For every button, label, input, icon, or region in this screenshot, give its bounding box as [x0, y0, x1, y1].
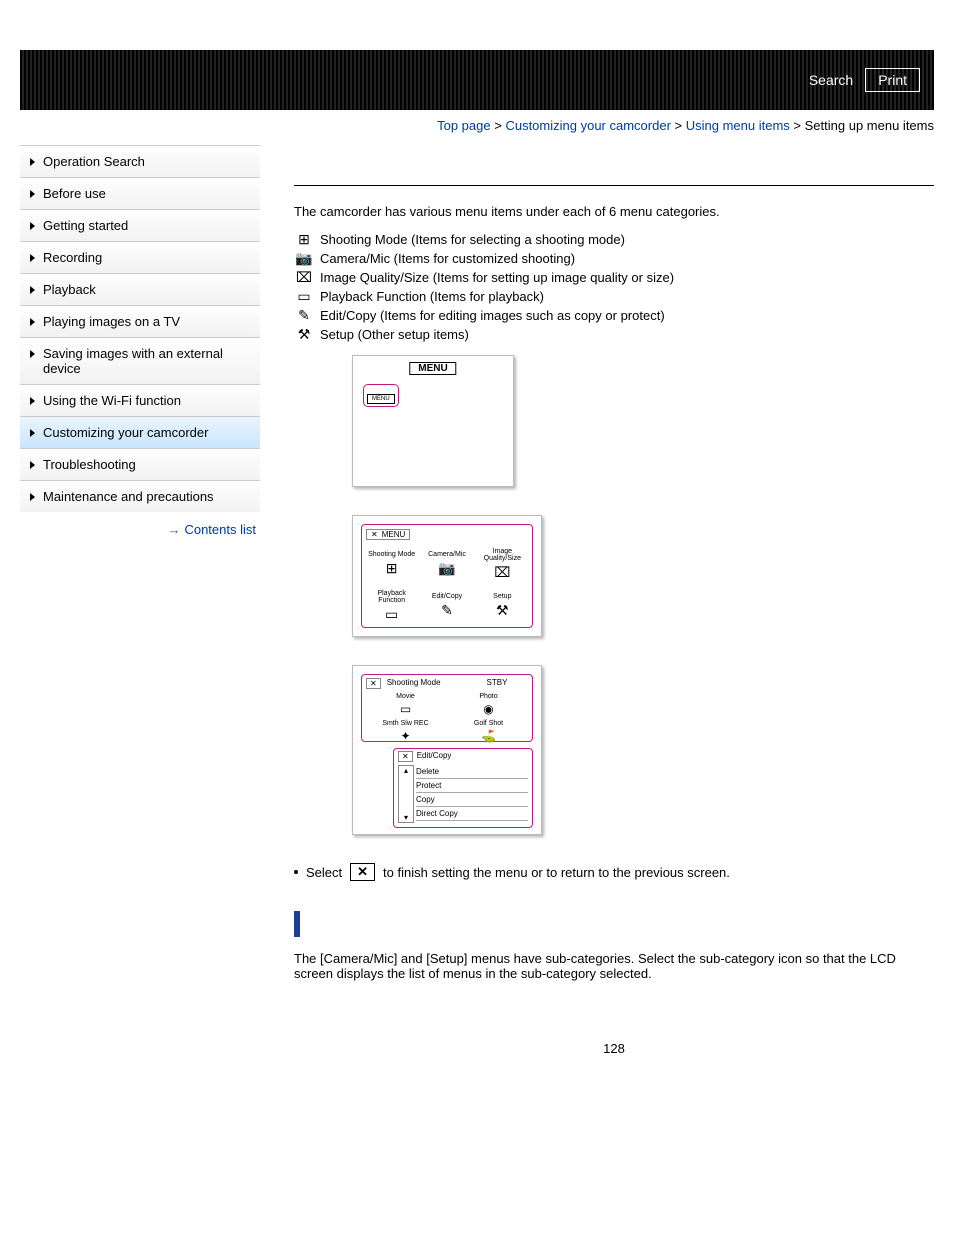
main-content: The camcorder has various menu items und…	[260, 145, 934, 1056]
sidebar-item-before-use[interactable]: Before use	[20, 177, 260, 209]
category-text: Edit/Copy (Items for editing images such…	[320, 308, 665, 323]
sidebar-item-label: Operation Search	[43, 154, 145, 169]
close-icon: ✕	[371, 530, 378, 539]
breadcrumb-top[interactable]: Top page	[437, 118, 491, 133]
section-marker	[294, 911, 300, 937]
page-number: 128	[294, 1041, 934, 1056]
breadcrumb-using-menu[interactable]: Using menu items	[686, 118, 790, 133]
sidebar-item-recording[interactable]: Recording	[20, 241, 260, 273]
top-bar: Search Print	[20, 50, 934, 110]
sidebar-item-saving-external[interactable]: Saving images with an external device	[20, 337, 260, 384]
sidebar-item-maintenance[interactable]: Maintenance and precautions	[20, 480, 260, 512]
movie-icon: ▭	[366, 702, 445, 716]
arrow-right-icon: →	[167, 522, 180, 537]
photo-icon: ◉	[449, 702, 528, 716]
edit-copy-icon: ✎	[294, 309, 314, 323]
sidebar-item-label: Before use	[43, 186, 106, 201]
edit-copy-icon: ✎	[441, 602, 453, 619]
chevron-right-icon	[30, 429, 35, 437]
sidebar-item-label: Troubleshooting	[43, 457, 136, 472]
sidebar-item-label: Maintenance and precautions	[43, 489, 214, 504]
finish-instruction: Select ✕ to finish setting the menu or t…	[294, 863, 934, 881]
sidebar-item-label: Playback	[43, 282, 96, 297]
bullet-icon	[294, 870, 298, 874]
illustration-menu-grid: ✕MENU Shooting Mode⊞ Camera/Mic📷 Image Q…	[352, 515, 542, 637]
chevron-right-icon	[30, 222, 35, 230]
camera-mic-icon: 📷	[438, 560, 455, 577]
chevron-right-icon	[30, 461, 35, 469]
close-icon: ✕	[398, 751, 413, 762]
category-text: Image Quality/Size (Items for setting up…	[320, 270, 674, 285]
illustration-submenu: ✕Shooting ModeSTBY Movie▭ Photo◉ Smth Sl…	[352, 665, 542, 835]
golf-shot-icon: ⛳	[449, 729, 528, 743]
category-text: Shooting Mode (Items for selecting a sho…	[320, 232, 625, 247]
sidebar-item-label: Getting started	[43, 218, 128, 233]
shooting-mode-icon: ⊞	[294, 233, 314, 247]
sidebar-item-playing-images-tv[interactable]: Playing images on a TV	[20, 305, 260, 337]
category-text: Setup (Other setup items)	[320, 327, 469, 342]
sidebar-item-label: Using the Wi-Fi function	[43, 393, 181, 408]
menu-header: MENU	[382, 530, 406, 539]
sidebar: Operation Search Before use Getting star…	[20, 145, 260, 1056]
setup-icon: ⚒	[496, 602, 509, 619]
playback-icon: ▭	[385, 606, 398, 623]
image-quality-icon: ⌧	[494, 564, 510, 581]
category-list: ⊞ Shooting Mode (Items for selecting a sh…	[294, 232, 934, 342]
chevron-down-icon: ▾	[404, 813, 408, 822]
subcategory-note: The [Camera/Mic] and [Setup] menus have …	[294, 951, 934, 981]
category-text: Playback Function (Items for playback)	[320, 289, 544, 304]
finish-text-pre: Select	[306, 865, 342, 880]
scrollbar: ▴▾	[398, 765, 414, 823]
chevron-right-icon	[30, 318, 35, 326]
search-link[interactable]: Search	[809, 72, 853, 88]
breadcrumb-customizing[interactable]: Customizing your camcorder	[505, 118, 670, 133]
breadcrumb-current: Setting up menu items	[805, 118, 934, 133]
sidebar-item-label: Playing images on a TV	[43, 314, 180, 329]
chevron-up-icon: ▴	[404, 766, 408, 775]
playback-icon: ▭	[294, 290, 314, 304]
shooting-mode-icon: ⊞	[386, 560, 398, 577]
close-icon: ✕	[366, 678, 381, 689]
chevron-right-icon	[30, 286, 35, 294]
sidebar-item-label: Customizing your camcorder	[43, 425, 208, 440]
contents-list-link[interactable]: Contents list	[184, 522, 256, 537]
close-button-icon: ✕	[350, 863, 375, 881]
camera-mic-icon: 📷	[294, 252, 314, 266]
breadcrumb: Top page > Customizing your camcorder > …	[20, 118, 934, 133]
slow-rec-icon: ✦	[366, 729, 445, 743]
divider	[294, 185, 934, 186]
chevron-right-icon	[30, 493, 35, 501]
chevron-right-icon	[30, 190, 35, 198]
sidebar-item-wifi[interactable]: Using the Wi-Fi function	[20, 384, 260, 416]
sidebar-item-customizing[interactable]: Customizing your camcorder	[20, 416, 260, 448]
setup-icon: ⚒	[294, 328, 314, 342]
sidebar-item-label: Recording	[43, 250, 102, 265]
chevron-right-icon	[30, 158, 35, 166]
intro-text: The camcorder has various menu items und…	[294, 204, 934, 219]
sidebar-item-getting-started[interactable]: Getting started	[20, 209, 260, 241]
finish-text-post: to finish setting the menu or to return …	[383, 865, 730, 880]
category-text: Camera/Mic (Items for customized shootin…	[320, 251, 575, 266]
sidebar-item-troubleshooting[interactable]: Troubleshooting	[20, 448, 260, 480]
chevron-right-icon	[30, 397, 35, 405]
illustration-menu-tap: MENU MENU	[352, 355, 514, 487]
menu-button-highlight: MENU	[363, 384, 399, 407]
menu-label: MENU	[409, 362, 456, 375]
sidebar-item-label: Saving images with an external device	[43, 346, 252, 376]
chevron-right-icon	[30, 254, 35, 262]
print-button[interactable]: Print	[865, 68, 920, 92]
chevron-right-icon	[30, 350, 35, 358]
sidebar-item-playback[interactable]: Playback	[20, 273, 260, 305]
image-quality-icon: ⌧	[294, 271, 314, 285]
sidebar-item-operation-search[interactable]: Operation Search	[20, 145, 260, 177]
